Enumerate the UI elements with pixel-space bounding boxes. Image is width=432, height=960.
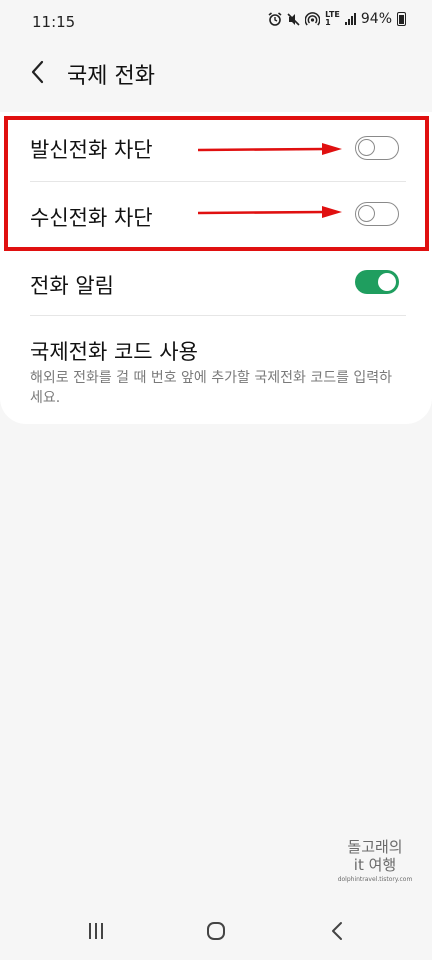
- network-type: LTE 1: [325, 11, 340, 27]
- nav-back-icon: [332, 922, 342, 940]
- outgoing-block-toggle[interactable]: [355, 136, 399, 160]
- intl-code-row[interactable]: 국제전화 코드 사용 해외로 전화를 걸 때 번호 앞에 추가할 국제전화 코드…: [0, 316, 432, 416]
- call-alert-row[interactable]: 전화 알림: [0, 252, 432, 314]
- navigation-bar: [0, 900, 432, 960]
- intl-code-description: 해외로 전화를 걸 때 번호 앞에 추가할 국제전화 코드를 입력하세요.: [30, 370, 393, 406]
- toggle-knob: [358, 205, 375, 222]
- watermark: 돌고래의 it 여행 dolphintravel.tistory.com: [335, 838, 415, 883]
- app-header: 국제 전화: [0, 48, 432, 96]
- outgoing-block-row[interactable]: 발신전화 차단: [0, 112, 432, 182]
- status-icons: LTE 1 94%: [268, 11, 406, 27]
- incoming-block-row[interactable]: 수신전화 차단: [0, 182, 432, 250]
- hotspot-icon: [305, 12, 321, 26]
- toggle-knob: [358, 139, 375, 156]
- home-button[interactable]: [201, 920, 231, 942]
- intl-code-label: 국제전화 코드 사용: [30, 340, 198, 364]
- recents-button[interactable]: [81, 920, 111, 942]
- watermark-line1: 돌고래의: [347, 838, 403, 856]
- incoming-block-label: 수신전화 차단: [30, 206, 153, 230]
- battery-icon: [397, 12, 406, 26]
- status-time: 11:15: [32, 13, 76, 31]
- network-label-bottom: 1: [325, 18, 331, 27]
- recents-icon: [89, 923, 103, 939]
- call-alert-toggle[interactable]: [355, 270, 399, 294]
- back-button[interactable]: [22, 56, 54, 88]
- back-arrow-icon: [31, 60, 44, 84]
- incoming-block-toggle[interactable]: [355, 202, 399, 226]
- settings-card: 발신전화 차단 수신전화 차단 전화 알림 국제전화 코드 사용 해외로 전화를…: [0, 112, 432, 424]
- home-icon: [207, 922, 225, 940]
- call-alert-label: 전화 알림: [30, 274, 114, 298]
- battery-percent: 94%: [360, 11, 392, 27]
- page-title: 국제 전화: [67, 64, 155, 89]
- signal-icon: [344, 13, 356, 25]
- outgoing-block-label: 발신전화 차단: [30, 138, 153, 162]
- nav-back-button[interactable]: [322, 920, 352, 942]
- alarm-icon: [268, 12, 282, 26]
- mute-icon: [287, 12, 300, 26]
- watermark-line2: it 여행: [353, 856, 397, 874]
- watermark-url: dolphintravel.tistory.com: [337, 876, 413, 883]
- toggle-knob: [378, 273, 396, 291]
- status-bar: 11:15 LTE 1 94%: [0, 0, 432, 44]
